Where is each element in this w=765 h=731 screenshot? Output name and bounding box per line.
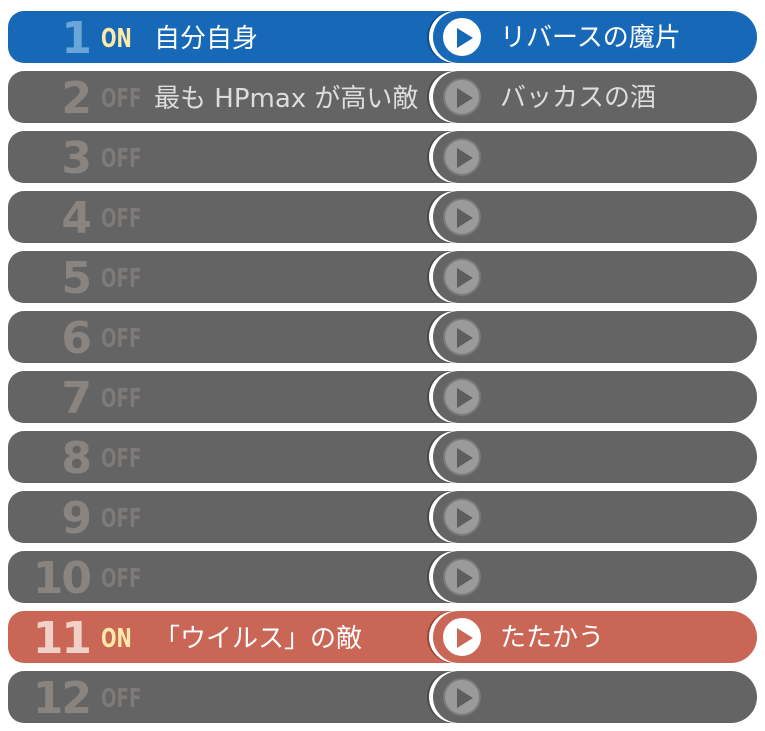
rule-number: 4 — [61, 193, 92, 244]
gambit-row[interactable]: 12 OFF — [0, 670, 765, 726]
condition-slot[interactable]: 5 OFF — [8, 251, 468, 304]
rule-toggle[interactable]: ON — [101, 612, 132, 664]
play-icon[interactable] — [443, 558, 481, 596]
action-slot[interactable] — [433, 431, 757, 483]
gambit-row[interactable]: 1 ON 自分自身 リバースの魔片 — [0, 10, 765, 66]
rule-number: 6 — [61, 313, 92, 364]
play-icon[interactable] — [443, 318, 481, 356]
rule-action: バッカスの酒 — [500, 83, 657, 113]
gambit-row[interactable]: 10 OFF — [0, 550, 765, 606]
condition-slot[interactable]: 3 OFF — [8, 131, 468, 184]
rule-target: 最も HPmax が高い敵 — [154, 84, 419, 114]
action-slot[interactable] — [433, 311, 757, 363]
gambit-row[interactable]: 6 OFF — [0, 310, 765, 366]
rule-toggle[interactable]: OFF — [101, 432, 141, 484]
play-icon[interactable] — [443, 678, 481, 716]
condition-slot[interactable]: 11 ON 「ウイルス」の敵 — [8, 611, 468, 664]
rule-toggle[interactable]: OFF — [101, 552, 141, 604]
condition-slot[interactable]: 12 OFF — [8, 671, 468, 724]
gambit-list: 1 ON 自分自身 リバースの魔片 2 OFF 最も HPmax が高い敵 バッカスの酒 3 OF… — [0, 0, 765, 731]
rule-number: 9 — [61, 493, 92, 544]
play-icon[interactable] — [443, 198, 481, 236]
rule-number: 5 — [61, 253, 92, 304]
action-slot[interactable] — [433, 371, 757, 423]
gambit-row[interactable]: 7 OFF — [0, 370, 765, 426]
condition-slot[interactable]: 8 OFF — [8, 431, 468, 484]
rule-target: 自分自身 — [154, 24, 259, 54]
rule-toggle[interactable]: OFF — [101, 192, 141, 244]
rule-toggle[interactable]: OFF — [101, 132, 141, 184]
rule-toggle[interactable]: OFF — [101, 312, 141, 364]
play-icon[interactable] — [443, 498, 481, 536]
condition-slot[interactable]: 4 OFF — [8, 191, 468, 244]
rule-action: リバースの魔片 — [500, 23, 681, 53]
action-slot[interactable] — [433, 131, 757, 183]
play-icon[interactable] — [443, 618, 481, 656]
condition-slot[interactable]: 7 OFF — [8, 371, 468, 424]
rule-toggle[interactable]: OFF — [101, 252, 141, 304]
gambit-row[interactable]: 5 OFF — [0, 250, 765, 306]
rule-number: 12 — [32, 673, 92, 724]
rule-number: 8 — [61, 433, 92, 484]
action-slot[interactable] — [433, 671, 757, 723]
condition-slot[interactable]: 6 OFF — [8, 311, 468, 364]
rule-number: 3 — [61, 133, 92, 184]
condition-slot[interactable]: 10 OFF — [8, 551, 468, 604]
play-icon[interactable] — [443, 378, 481, 416]
rule-toggle[interactable]: OFF — [101, 672, 141, 724]
action-slot[interactable] — [433, 251, 757, 303]
rule-toggle[interactable]: OFF — [101, 372, 141, 424]
play-icon[interactable] — [443, 78, 481, 116]
play-icon[interactable] — [443, 258, 481, 296]
action-slot[interactable] — [433, 551, 757, 603]
play-icon[interactable] — [443, 138, 481, 176]
play-icon[interactable] — [443, 18, 481, 56]
play-icon[interactable] — [443, 438, 481, 476]
condition-slot[interactable]: 9 OFF — [8, 491, 468, 544]
action-slot[interactable] — [433, 491, 757, 543]
rule-action: たたかう — [500, 623, 605, 653]
gambit-row[interactable]: 8 OFF — [0, 430, 765, 486]
rule-number: 1 — [61, 13, 92, 64]
action-slot[interactable] — [433, 191, 757, 243]
rule-toggle[interactable]: OFF — [101, 72, 141, 124]
gambit-row[interactable]: 11 ON 「ウイルス」の敵 たたかう — [0, 610, 765, 666]
condition-slot[interactable]: 2 OFF 最も HPmax が高い敵 — [8, 71, 468, 124]
rule-toggle[interactable]: ON — [101, 12, 132, 64]
rule-number: 7 — [61, 373, 92, 424]
gambit-row[interactable]: 3 OFF — [0, 130, 765, 186]
rule-toggle[interactable]: OFF — [101, 492, 141, 544]
rule-number: 2 — [61, 73, 92, 124]
condition-slot[interactable]: 1 ON 自分自身 — [8, 11, 468, 64]
rule-target: 「ウイルス」の敵 — [154, 624, 363, 654]
rule-number: 11 — [32, 613, 92, 664]
gambit-row[interactable]: 9 OFF — [0, 490, 765, 546]
rule-number: 10 — [32, 553, 92, 604]
gambit-row[interactable]: 2 OFF 最も HPmax が高い敵 バッカスの酒 — [0, 70, 765, 126]
gambit-row[interactable]: 4 OFF — [0, 190, 765, 246]
